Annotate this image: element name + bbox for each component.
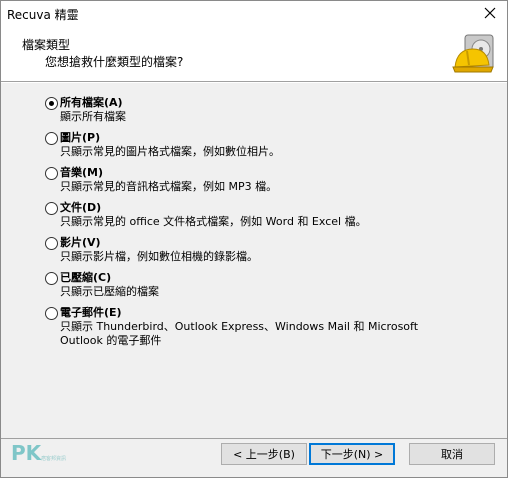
close-icon <box>484 7 496 19</box>
option-label: 音樂(M) <box>60 166 104 179</box>
page-title: 檔案類型 <box>22 38 71 52</box>
option-music[interactable]: 音樂(M) 只顯示常見的音訊格式檔案，例如 MP3 檔。 <box>45 166 460 201</box>
option-desc: 顯示所有檔案 <box>60 110 126 123</box>
cancel-button[interactable]: 取消 <box>409 443 495 465</box>
recuva-wizard-window: Recuva 精靈 檔案類型 您想搶救什麼類型的檔案? 所有檔案(A) 顯示所有… <box>0 0 508 478</box>
option-desc: 只顯示常見的音訊格式檔案，例如 MP3 檔。 <box>60 180 278 193</box>
watermark-small-text: 痞客邦資訊 <box>41 456 67 462</box>
radio-pictures[interactable] <box>45 132 58 145</box>
file-type-options: 所有檔案(A) 顯示所有檔案 圖片(P) 只顯示常見的圖片格式檔案，例如數位相片… <box>45 96 460 354</box>
radio-documents[interactable] <box>45 202 58 215</box>
window-title: Recuva 精靈 <box>7 8 79 22</box>
option-email[interactable]: 電子郵件(E) 只顯示 Thunderbird、Outlook Express、… <box>45 306 460 354</box>
option-label: 已壓縮(C) <box>60 271 112 284</box>
radio-compressed[interactable] <box>45 272 58 285</box>
recuva-hardhat-icon <box>452 34 494 73</box>
back-button[interactable]: < 上一步(B) <box>221 443 307 465</box>
option-video[interactable]: 影片(V) 只顯示影片檔，例如數位相機的錄影檔。 <box>45 236 460 271</box>
page-subtitle: 您想搶救什麼類型的檔案? <box>45 55 184 69</box>
radio-music[interactable] <box>45 167 58 180</box>
close-button[interactable] <box>477 3 503 23</box>
watermark-text: PK <box>11 441 42 465</box>
watermark-logo: PK 痞客邦資訊 <box>9 439 79 473</box>
option-desc: 只顯示常見的圖片格式檔案，例如數位相片。 <box>60 145 280 158</box>
option-pictures[interactable]: 圖片(P) 只顯示常見的圖片格式檔案，例如數位相片。 <box>45 131 460 166</box>
option-documents[interactable]: 文件(D) 只顯示常見的 office 文件格式檔案，例如 Word 和 Exc… <box>45 201 460 236</box>
option-label: 文件(D) <box>60 201 102 214</box>
wizard-footer: PK 痞客邦資訊 < 上一步(B) 下一步(N) > 取消 <box>1 439 507 477</box>
radio-all-files[interactable] <box>45 97 58 110</box>
option-label: 影片(V) <box>60 236 101 249</box>
option-desc: 只顯示影片檔，例如數位相機的錄影檔。 <box>60 250 258 263</box>
next-button[interactable]: 下一步(N) > <box>309 443 395 465</box>
option-label: 圖片(P) <box>60 131 101 144</box>
option-compressed[interactable]: 已壓縮(C) 只顯示已壓縮的檔案 <box>45 271 460 306</box>
option-desc: 只顯示已壓縮的檔案 <box>60 285 159 298</box>
radio-video[interactable] <box>45 237 58 250</box>
title-bar: Recuva 精靈 <box>1 1 507 25</box>
option-label: 所有檔案(A) <box>60 96 123 109</box>
option-desc: 只顯示 Thunderbird、Outlook Express、Windows … <box>60 320 419 347</box>
option-all-files[interactable]: 所有檔案(A) 顯示所有檔案 <box>45 96 460 131</box>
wizard-body: 所有檔案(A) 顯示所有檔案 圖片(P) 只顯示常見的圖片格式檔案，例如數位相片… <box>1 83 507 438</box>
option-desc: 只顯示常見的 office 文件格式檔案，例如 Word 和 Excel 檔。 <box>60 215 367 228</box>
wizard-header: 檔案類型 您想搶救什麼類型的檔案? <box>1 25 507 81</box>
option-label: 電子郵件(E) <box>60 306 122 319</box>
radio-email[interactable] <box>45 307 58 320</box>
